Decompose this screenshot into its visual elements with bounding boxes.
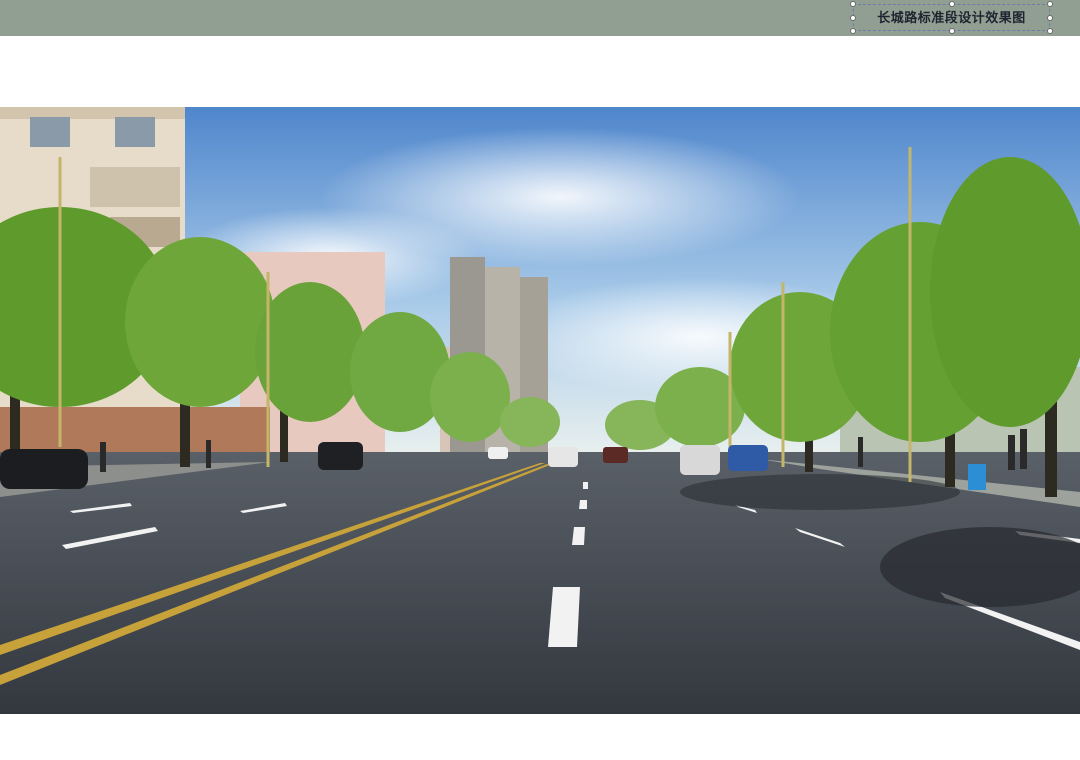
trash-bin <box>968 464 986 490</box>
resize-handle-left[interactable] <box>850 15 856 21</box>
resize-handle-bottom[interactable] <box>949 28 955 34</box>
resize-handle-bottom-right[interactable] <box>1047 28 1053 34</box>
resize-handle-top-right[interactable] <box>1047 1 1053 7</box>
tree-shadow <box>680 474 960 510</box>
resize-handle-top[interactable] <box>949 1 955 7</box>
resize-handle-right[interactable] <box>1047 15 1053 21</box>
title-text-box[interactable]: 长城路标准段设计效果图 <box>850 1 1053 34</box>
street-rendering-image <box>0 107 1080 714</box>
resize-handle-top-left[interactable] <box>850 1 856 7</box>
resize-handle-bottom-left[interactable] <box>850 28 856 34</box>
slide-title: 长城路标准段设计效果图 <box>877 11 1026 26</box>
